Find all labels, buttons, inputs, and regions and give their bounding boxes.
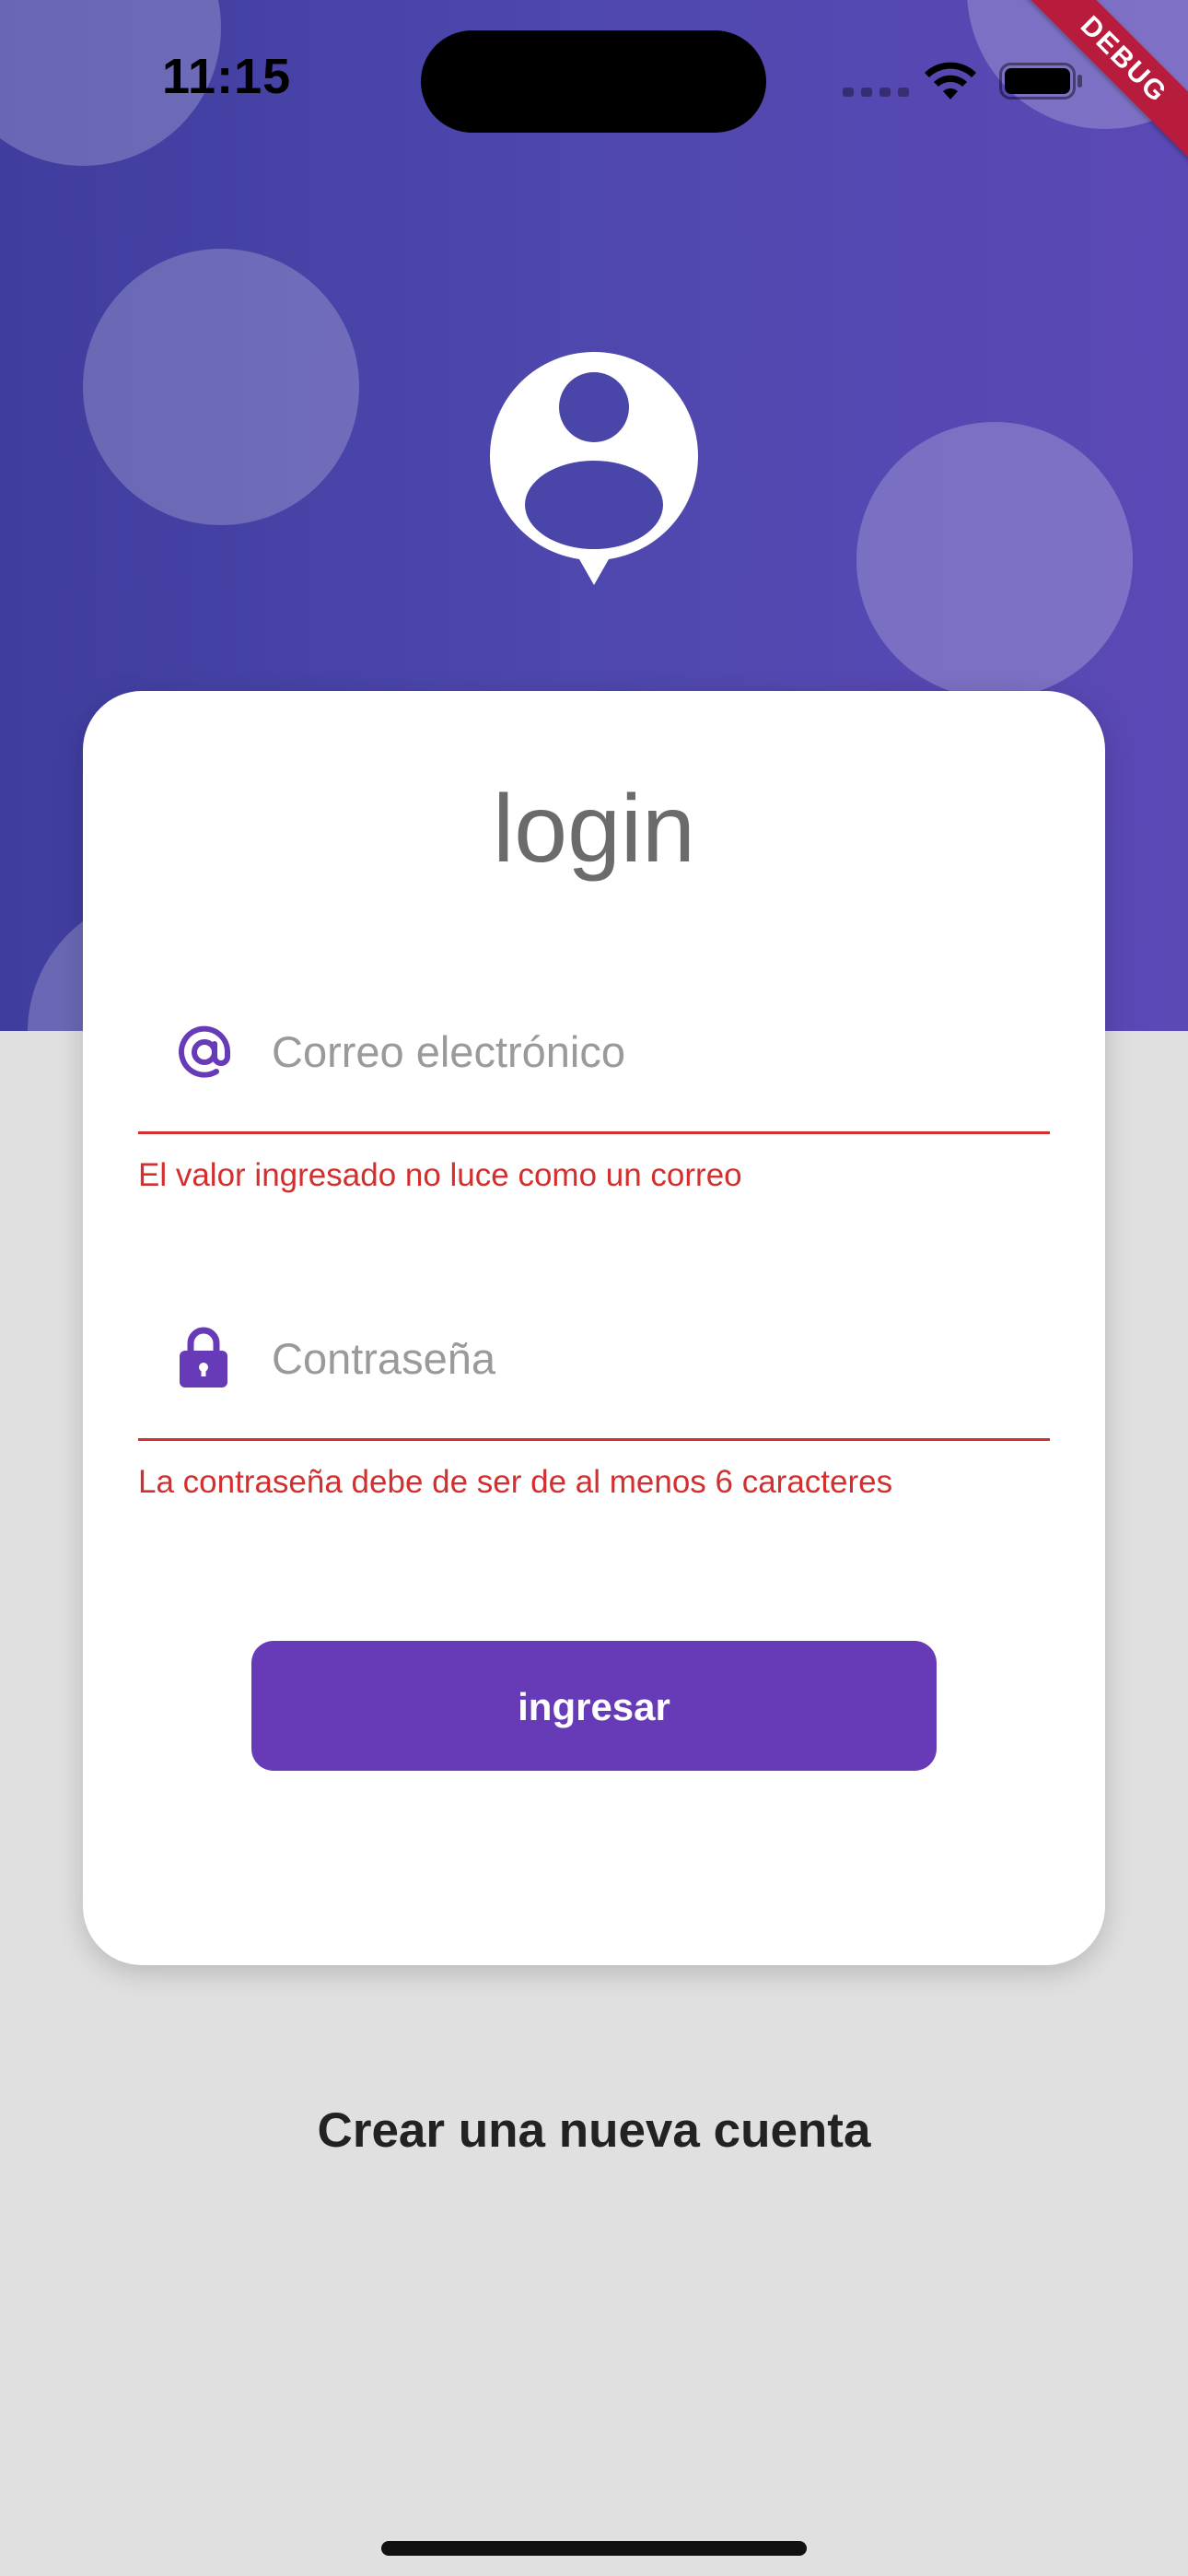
password-field[interactable]: Contraseña: [272, 1333, 495, 1384]
user-avatar-icon: [490, 352, 698, 585]
login-button[interactable]: ingresar: [251, 1641, 937, 1771]
password-field-underline: [138, 1438, 1050, 1441]
status-time: 11:15: [162, 49, 292, 104]
status-bar: 11:15: [0, 0, 1188, 157]
email-field-underline: [138, 1131, 1050, 1134]
decorative-bubble: [856, 422, 1133, 698]
create-account-link[interactable]: Crear una nueva cuenta: [0, 2102, 1188, 2159]
home-indicator[interactable]: [381, 2541, 807, 2556]
cellular-signal-icon: [843, 88, 909, 97]
email-field[interactable]: Correo electrónico: [272, 1026, 625, 1077]
wifi-icon: [925, 62, 976, 100]
battery-icon: [999, 63, 1082, 100]
lock-icon: [180, 1327, 227, 1388]
email-error-text: El valor ingresado no luce como un corre…: [138, 1157, 742, 1193]
login-title: login: [493, 776, 695, 883]
dynamic-island: [421, 30, 766, 133]
password-error-text: La contraseña debe de ser de al menos 6 …: [138, 1464, 893, 1500]
decorative-bubble: [83, 249, 359, 525]
at-icon: [179, 1025, 231, 1078]
